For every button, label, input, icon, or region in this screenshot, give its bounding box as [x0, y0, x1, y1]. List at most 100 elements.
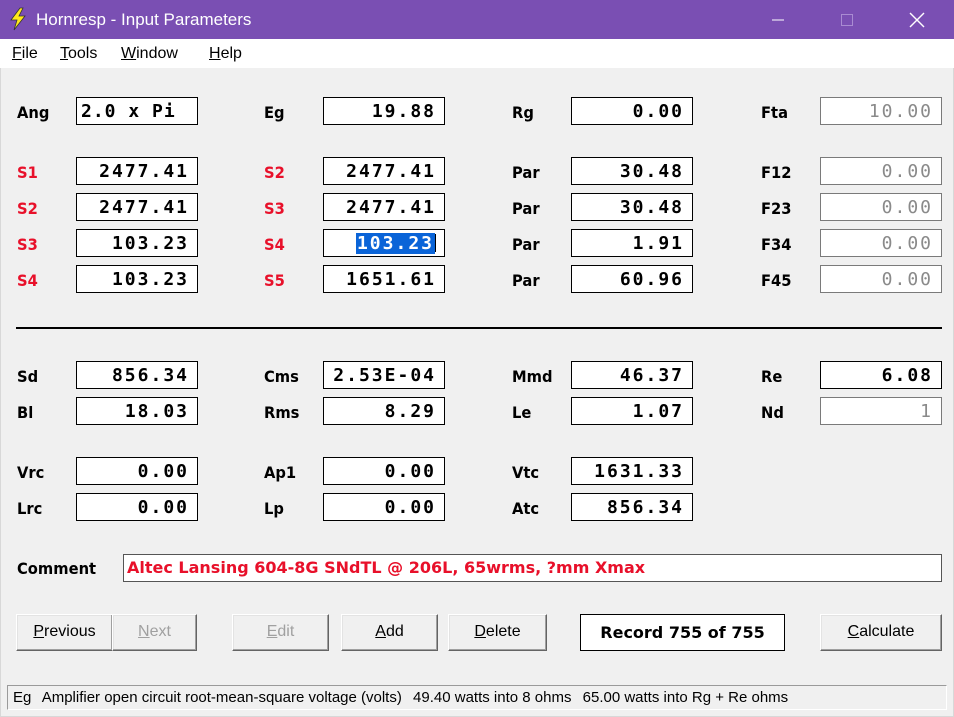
- rg-label: Rg: [512, 103, 534, 122]
- fta-field: 10.00: [820, 97, 942, 125]
- menu-window[interactable]: Window: [121, 45, 178, 63]
- bl-field[interactable]: 18.03: [76, 397, 198, 425]
- sd-field[interactable]: 856.34: [76, 361, 198, 389]
- delete-button[interactable]: Delete: [448, 614, 547, 651]
- lp-label: Lp: [264, 499, 284, 518]
- menu-file[interactable]: File: [12, 45, 38, 63]
- s4-selected-text: 103.23: [355, 233, 435, 254]
- par1-field[interactable]: 30.48: [571, 157, 693, 185]
- status-param: Eg: [13, 689, 32, 706]
- f23-label: F23: [761, 199, 792, 218]
- lrc-label: Lrc: [17, 499, 43, 518]
- nd-field: 1: [820, 397, 942, 425]
- le-field[interactable]: 1.07: [571, 397, 693, 425]
- f34-field: 0.00: [820, 229, 942, 257]
- cms-label: Cms: [264, 367, 299, 386]
- f23-field: 0.00: [820, 193, 942, 221]
- s1-field[interactable]: 2477.41: [76, 157, 198, 185]
- vrc-label: Vrc: [17, 463, 45, 482]
- s4-field[interactable]: 103.23: [323, 229, 445, 257]
- fta-label: Fta: [761, 103, 789, 122]
- status-panel: Eg Amplifier open circuit root-mean-squa…: [7, 685, 947, 710]
- eg-field[interactable]: 19.88: [323, 97, 445, 125]
- re-label: Re: [761, 367, 783, 386]
- record-indicator: Record 755 of 755: [580, 614, 785, 651]
- s4-label: S4: [264, 235, 285, 254]
- sd-label: Sd: [17, 367, 39, 386]
- s4-row-label: S4: [17, 271, 38, 290]
- mmd-field[interactable]: 46.37: [571, 361, 693, 389]
- previous-button[interactable]: Previous: [16, 614, 113, 651]
- close-button[interactable]: [894, 0, 940, 39]
- ap1-field[interactable]: 0.00: [323, 457, 445, 485]
- vtc-field[interactable]: 1631.33: [571, 457, 693, 485]
- lightning-bolt-icon: [10, 7, 26, 31]
- atc-label: Atc: [512, 499, 540, 518]
- title-bar: Hornresp - Input Parameters: [0, 0, 954, 39]
- menu-bar: File Tools Window Help: [0, 39, 954, 68]
- status-bar: Eg Amplifier open circuit root-mean-squa…: [0, 681, 954, 717]
- re-field[interactable]: 6.08: [820, 361, 942, 389]
- rg-field[interactable]: 0.00: [571, 97, 693, 125]
- status-power-rgre: 65.00 watts into Rg + Re ohms: [582, 689, 789, 706]
- input-parameters-panel: Ang 2.0 x Pi Eg 19.88 Rg 0.00 Fta 10.00 …: [0, 68, 954, 681]
- s3-label: S3: [264, 199, 285, 218]
- maximize-icon: [841, 13, 853, 26]
- s3-field[interactable]: 2477.41: [323, 193, 445, 221]
- menu-tools[interactable]: Tools: [60, 45, 97, 63]
- par3-label: Par: [512, 235, 540, 254]
- par2-field[interactable]: 30.48: [571, 193, 693, 221]
- status-description: Amplifier open circuit root-mean-square …: [41, 689, 402, 706]
- menu-help[interactable]: Help: [209, 45, 242, 63]
- nd-label: Nd: [761, 403, 784, 422]
- next-button: Next: [112, 614, 197, 651]
- s5-field[interactable]: 1651.61: [323, 265, 445, 293]
- ang-field[interactable]: 2.0 x Pi: [76, 97, 198, 125]
- cms-field[interactable]: 2.53E-04: [323, 361, 445, 389]
- vtc-label: Vtc: [512, 463, 540, 482]
- f45-label: F45: [761, 271, 792, 290]
- minimize-button[interactable]: [755, 0, 801, 39]
- par4-label: Par: [512, 271, 540, 290]
- ap1-label: Ap1: [264, 463, 297, 482]
- mmd-label: Mmd: [512, 367, 553, 386]
- comment-field[interactable]: Altec Lansing 604-8G SNdTL @ 206L, 65wrm…: [123, 554, 942, 582]
- par4-field[interactable]: 60.96: [571, 265, 693, 293]
- f12-field: 0.00: [820, 157, 942, 185]
- par2-label: Par: [512, 199, 540, 218]
- close-icon: [909, 12, 925, 27]
- lrc-field[interactable]: 0.00: [76, 493, 198, 521]
- ang-label: Ang: [17, 103, 50, 122]
- rms-field[interactable]: 8.29: [323, 397, 445, 425]
- s4-row-field[interactable]: 103.23: [76, 265, 198, 293]
- s5-label: S5: [264, 271, 285, 290]
- s3-row-label: S3: [17, 235, 38, 254]
- minimize-icon: [772, 19, 784, 20]
- section-divider: [16, 327, 942, 329]
- edit-button: Edit: [232, 614, 329, 651]
- s2-row-label: S2: [17, 199, 38, 218]
- vrc-field[interactable]: 0.00: [76, 457, 198, 485]
- atc-field[interactable]: 856.34: [571, 493, 693, 521]
- s1-label: S1: [17, 163, 38, 182]
- window-title: Hornresp - Input Parameters: [36, 10, 252, 29]
- par1-label: Par: [512, 163, 540, 182]
- le-label: Le: [512, 403, 532, 422]
- s2-row-field[interactable]: 2477.41: [76, 193, 198, 221]
- s3-row-field[interactable]: 103.23: [76, 229, 198, 257]
- rms-label: Rms: [264, 403, 300, 422]
- add-button[interactable]: Add: [341, 614, 438, 651]
- comment-label: Comment: [17, 559, 97, 578]
- maximize-button: [824, 0, 870, 39]
- lp-field[interactable]: 0.00: [323, 493, 445, 521]
- par3-field[interactable]: 1.91: [571, 229, 693, 257]
- text-caret: [435, 234, 436, 252]
- bl-label: Bl: [17, 403, 34, 422]
- s2-field[interactable]: 2477.41: [323, 157, 445, 185]
- calculate-button[interactable]: Calculate: [820, 614, 942, 651]
- s2-label: S2: [264, 163, 285, 182]
- f45-field: 0.00: [820, 265, 942, 293]
- f34-label: F34: [761, 235, 792, 254]
- eg-label: Eg: [264, 103, 285, 122]
- f12-label: F12: [761, 163, 792, 182]
